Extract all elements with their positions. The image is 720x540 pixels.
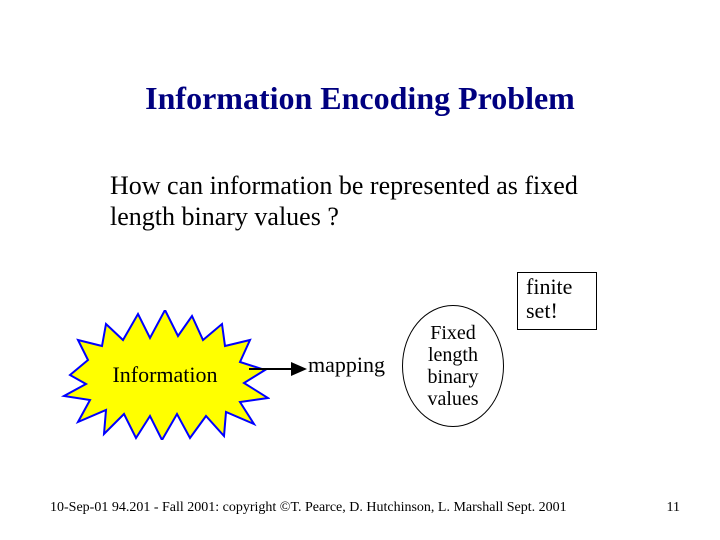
body-question: How can information be represented as fi… [110, 170, 590, 232]
page-number: 11 [667, 500, 680, 516]
arrow-right-icon [247, 358, 307, 380]
slide-title: Information Encoding Problem [0, 80, 720, 117]
oval-label: Fixed length binary values [402, 305, 504, 427]
mapping-label: mapping [308, 352, 385, 378]
oval-shape: Fixed length binary values [402, 305, 502, 425]
starburst-label: Information [60, 310, 270, 440]
footer-text: 10-Sep-01 94.201 - Fall 2001: copyright … [50, 500, 567, 516]
slide: Information Encoding Problem How can inf… [0, 0, 720, 540]
starburst-shape: Information [60, 310, 270, 440]
finite-set-box: finite set! [517, 272, 597, 330]
